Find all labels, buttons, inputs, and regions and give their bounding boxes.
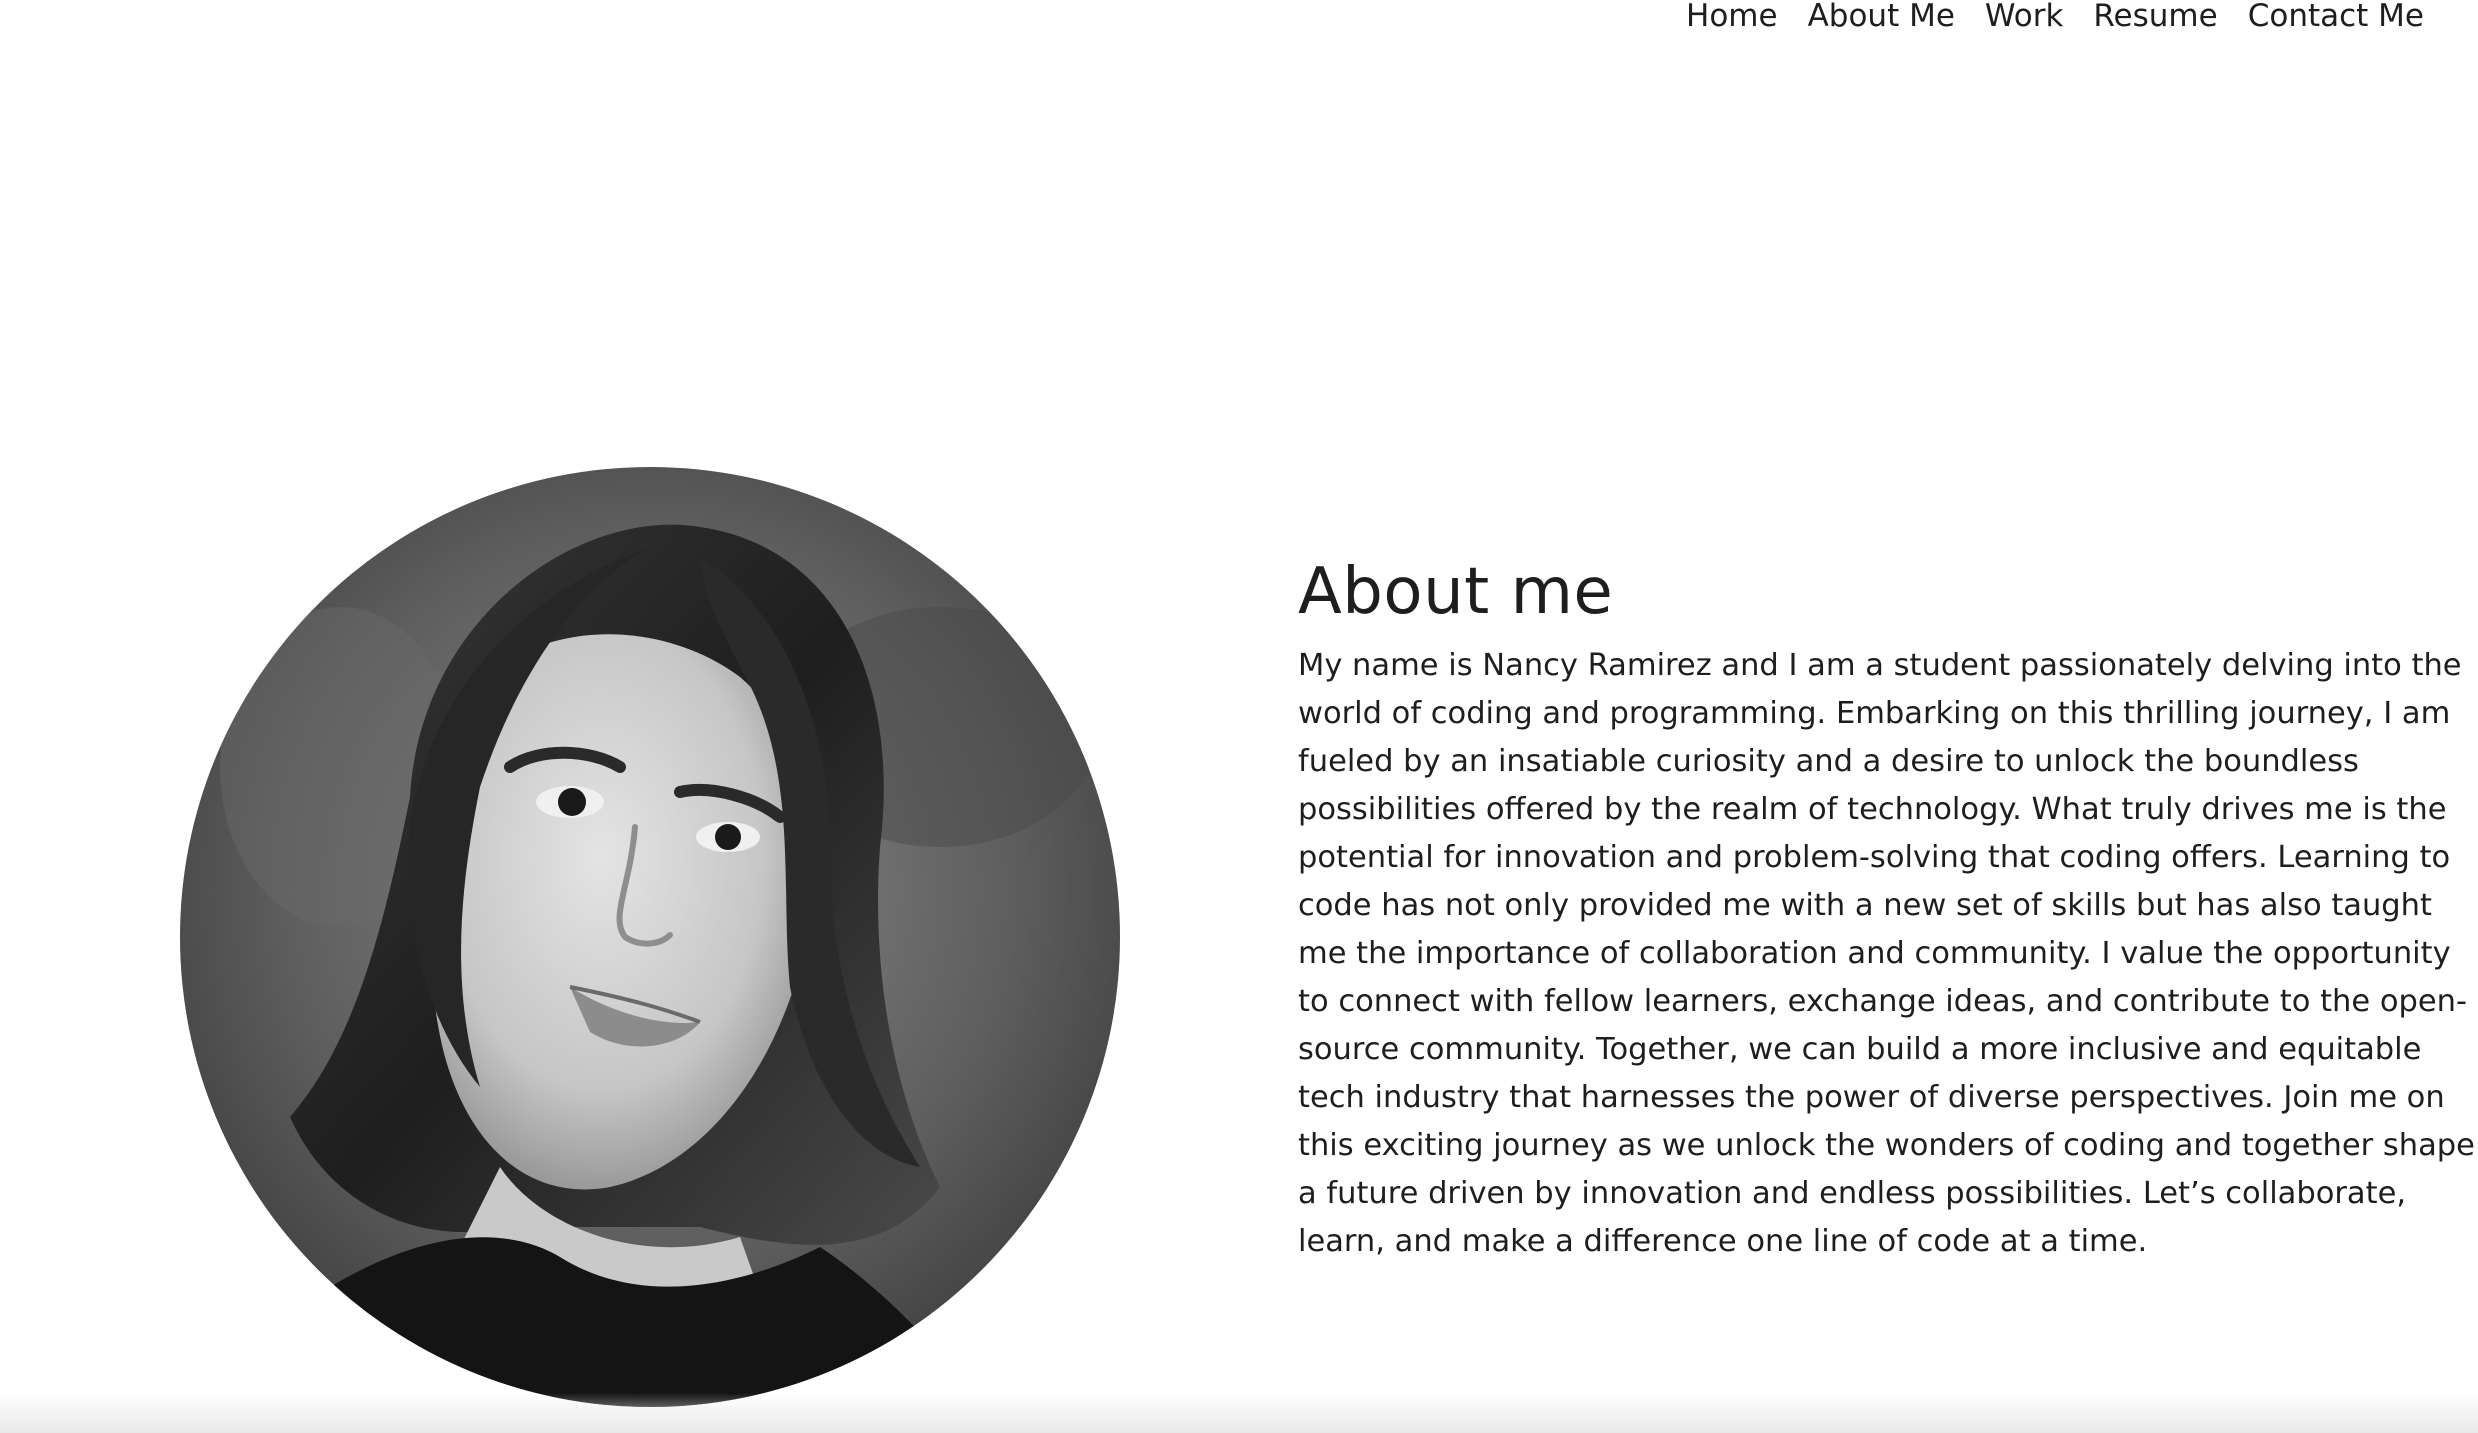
nav-work-link[interactable]: Work: [1985, 0, 2064, 32]
page: Home About Me Work Resume Contact Me Abo…: [0, 0, 2478, 1433]
top-nav: Home About Me Work Resume Contact Me: [1686, 0, 2424, 40]
nav-resume-link[interactable]: Resume: [2093, 0, 2217, 32]
about-title: About me: [1298, 555, 1614, 629]
nav-home-link[interactable]: Home: [1686, 0, 1778, 32]
about-body-text: My name is Nancy Ramirez and I am a stud…: [1298, 648, 2475, 1259]
profile-photo: [180, 467, 1120, 1407]
portrait-image: [180, 467, 1120, 1407]
bottom-fade: [0, 1393, 2478, 1433]
nav-contact-me-link[interactable]: Contact Me: [2248, 0, 2424, 32]
nav-about-me-link[interactable]: About Me: [1808, 0, 1955, 32]
about-section: About me My name is Nancy Ramirez and I …: [1298, 548, 2478, 1266]
